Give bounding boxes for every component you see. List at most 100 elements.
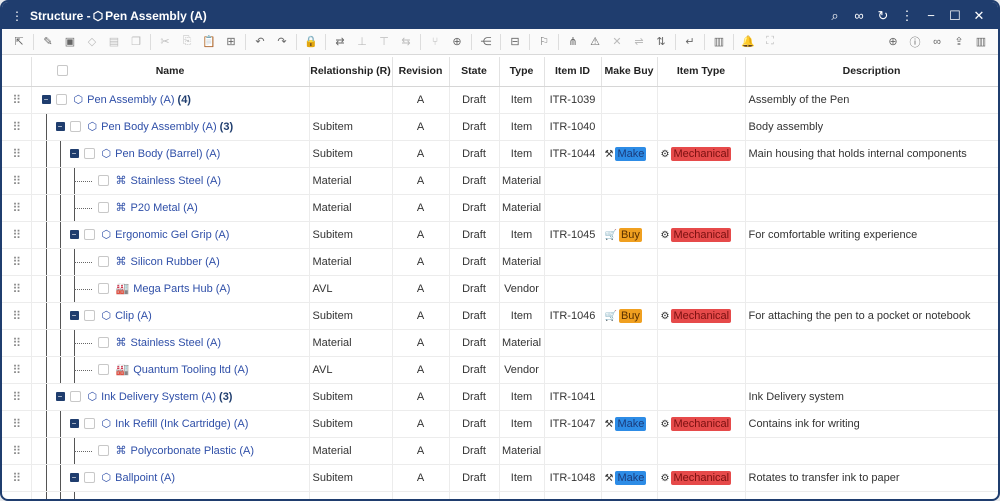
col-state[interactable]: State	[449, 57, 500, 87]
table-row[interactable]: ⠿ − ⬡ Ballpoint (A) Subitem A Draft Item ITR-104…	[2, 464, 998, 492]
insert-above-icon[interactable]: ⊤	[373, 32, 395, 52]
redo-icon[interactable]: ↷	[271, 32, 293, 52]
add-icon[interactable]: ⊕	[446, 32, 468, 52]
bookmark-icon[interactable]: ⚐	[533, 32, 555, 52]
node-link[interactable]: Ergonomic Gel Grip (A)	[115, 229, 229, 241]
table-row[interactable]: ⠿ − ⬡ Pen Body (Barrel) (A) Subitem A Draft Ite…	[2, 140, 998, 168]
cut-icon[interactable]: ✂	[154, 32, 176, 52]
bell-icon[interactable]: 🔔	[737, 32, 759, 52]
save-icon[interactable]: ▣	[59, 32, 81, 52]
col-description[interactable]: Description	[745, 57, 998, 87]
col-name[interactable]: Name	[31, 57, 310, 87]
col-item-type[interactable]: Item Type	[657, 57, 746, 87]
export-icon[interactable]: ⇪	[948, 32, 970, 52]
search-icon[interactable]: ⌕	[824, 5, 846, 27]
close-icon[interactable]: ✕	[968, 5, 990, 27]
node-link[interactable]: Quantum Tooling ltd (A)	[133, 364, 248, 376]
paste-special-icon[interactable]: ⊞	[220, 32, 242, 52]
collapse-toggle[interactable]: −	[69, 473, 79, 482]
table-row[interactable]: ⠿⌘Polycorbonate Plastic (A)MaterialADraf…	[2, 491, 998, 499]
col-item-id[interactable]: Item ID	[544, 57, 602, 87]
drag-handle-icon[interactable]: ⠿	[2, 140, 32, 168]
row-checkbox[interactable]	[83, 310, 95, 321]
row-checkbox[interactable]	[97, 256, 109, 267]
row-checkbox[interactable]	[83, 148, 95, 159]
table-row[interactable]: ⠿ − ⬡ Ink Refill (Ink Cartridge) (A) Subitem…	[2, 410, 998, 438]
row-checkbox[interactable]	[97, 364, 109, 375]
drag-handle-icon[interactable]: ⠿	[2, 194, 32, 222]
undo-icon[interactable]: ↶	[249, 32, 271, 52]
node-link[interactable]: Mega Parts Hub (A)	[133, 283, 230, 295]
collapse-toggle[interactable]: −	[55, 122, 65, 131]
report-icon[interactable]: ▥	[708, 32, 730, 52]
table-row[interactable]: ⠿ ⌘ Silicon Rubber (A) Material A Draft Materi…	[2, 248, 998, 276]
table-row[interactable]: ⠿ 🏭 Quantum Tooling ltd (A) AVL A Draft Vendor	[2, 356, 998, 384]
replace-icon[interactable]: ⇄	[329, 32, 351, 52]
delete-icon[interactable]: ▤	[103, 32, 125, 52]
table-row[interactable]: ⠿ − ⬡ Clip (A) Subitem A Draft Item ITR-1046 🛒 Buy…	[2, 302, 998, 330]
compare-icon[interactable]: ⊟	[504, 32, 526, 52]
drag-handle-icon[interactable]: ⠿	[2, 167, 32, 195]
row-checkbox[interactable]	[83, 472, 95, 483]
table-row[interactable]: ⠿ − ⬡ Ergonomic Gel Grip (A) Subitem A Draft It…	[2, 221, 998, 249]
row-checkbox[interactable]	[69, 391, 81, 402]
drag-handle-icon[interactable]: ⠿	[2, 248, 32, 276]
node-link[interactable]: Ink Delivery System (A)	[101, 391, 216, 403]
table-row[interactable]: ⠿ − ⬡ Pen Assembly (A) (4) A Draft Item ITR-1039…	[2, 86, 998, 114]
row-checkbox[interactable]	[83, 418, 95, 429]
table-row[interactable]: ⠿ 🏭 Mega Parts Hub (A) AVL A Draft Vendor	[2, 275, 998, 303]
insert-below-icon[interactable]: ⊥	[351, 32, 373, 52]
node-link[interactable]: Silicon Rubber (A)	[131, 256, 220, 268]
open-icon[interactable]: ⇱	[8, 32, 30, 52]
clear-icon[interactable]: ✕	[606, 32, 628, 52]
branch-icon[interactable]: ⑂	[424, 32, 446, 52]
table-row[interactable]: ⠿⌘Polycorbonate Plastic (A)MaterialADraf…	[2, 437, 998, 465]
drag-handle-icon[interactable]: ⠿	[2, 356, 32, 384]
edit-icon[interactable]: ✎	[37, 32, 59, 52]
collapse-toggle[interactable]: −	[69, 230, 79, 239]
link-icon[interactable]: ∞	[926, 32, 948, 52]
drag-handle-icon[interactable]: ⠿	[2, 491, 32, 499]
table-row[interactable]: ⠿ − ⬡ Ink Delivery System (A) (3) Subitem A Dra…	[2, 383, 998, 411]
node-link[interactable]: Clip (A)	[115, 310, 152, 322]
node-link[interactable]: Pen Assembly (A)	[87, 94, 174, 106]
table-row[interactable]: ⠿ ⌘ Stainless Steel (A) Material A Draft Mater…	[2, 167, 998, 195]
node-link[interactable]: Ballpoint (A)	[115, 472, 175, 484]
drag-handle-icon[interactable]: ⠿	[2, 302, 32, 330]
hierarchy-icon[interactable]: ⋔	[562, 32, 584, 52]
add-circle-icon[interactable]: ⊕	[882, 32, 904, 52]
table-row[interactable]: ⠿ − ⬡ Pen Body Assembly (A) (3) Subitem A Draft…	[2, 113, 998, 141]
drag-handle-icon[interactable]: ⠿	[2, 221, 32, 249]
row-checkbox[interactable]	[97, 445, 109, 456]
duplicate-icon[interactable]: ❐	[125, 32, 147, 52]
col-type[interactable]: Type	[499, 57, 545, 87]
drag-handle-icon[interactable]: ⠿	[2, 86, 32, 114]
col-relationship[interactable]: Relationship (R)	[309, 57, 393, 87]
row-checkbox[interactable]	[97, 202, 109, 213]
columns-icon[interactable]: ▥	[970, 32, 992, 52]
pin-icon[interactable]: ↵	[679, 32, 701, 52]
drag-handle-icon[interactable]: ⠿	[2, 464, 32, 492]
row-checkbox[interactable]	[69, 121, 81, 132]
col-make-buy[interactable]: Make Buy	[601, 57, 658, 87]
row-checkbox[interactable]	[97, 283, 109, 294]
drag-handle-icon[interactable]: ⠿	[2, 383, 32, 411]
swap-icon[interactable]: ⇆	[395, 32, 417, 52]
node-link[interactable]: Polycorbonate Plastic (A)	[131, 445, 255, 457]
sort-icon[interactable]: ⇅	[650, 32, 672, 52]
drag-handle-icon[interactable]: ⠿	[2, 329, 32, 357]
drag-handle-icon[interactable]: ⠿	[2, 275, 32, 303]
node-link[interactable]: Pen Body Assembly (A)	[101, 121, 217, 133]
more-icon[interactable]: ⋮	[896, 5, 918, 27]
lock-icon[interactable]: 🔒	[300, 32, 322, 52]
eraser-icon[interactable]: ◇	[81, 32, 103, 52]
node-link[interactable]: P20 Metal (A)	[131, 202, 198, 214]
collapse-toggle[interactable]: −	[69, 311, 79, 320]
drag-handle-icon[interactable]: ⠿	[2, 410, 32, 438]
table-row[interactable]: ⠿ ⌘ Stainless Steel (A) Material A Draft Mater…	[2, 329, 998, 357]
warning-icon[interactable]: ⚠	[584, 32, 606, 52]
paste-icon[interactable]: 📋	[198, 32, 220, 52]
info-icon[interactable]: ⓘ	[904, 32, 926, 52]
share-icon[interactable]: ⋲	[475, 32, 497, 52]
table-row[interactable]: ⠿ ⌘ P20 Metal (A) Material A Draft Material	[2, 194, 998, 222]
